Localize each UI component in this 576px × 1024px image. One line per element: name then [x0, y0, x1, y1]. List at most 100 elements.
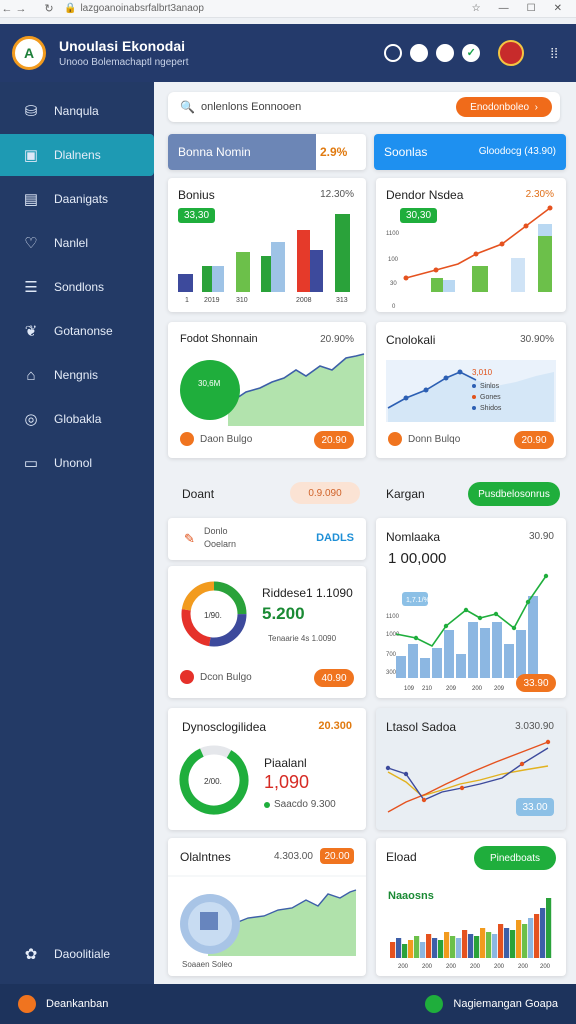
sidebar-item-5[interactable]: ❦ Gotanonse: [0, 310, 154, 352]
bar1-bar: [261, 256, 271, 292]
area1-footer-label: Daon Bulgo: [200, 434, 253, 445]
apps-grid-icon[interactable]: ⁞⁞: [550, 45, 558, 61]
bar2-bar: [472, 266, 488, 292]
line2-button-label: 33.00: [522, 801, 548, 813]
bar2-point: [547, 205, 553, 211]
area-chart-card-1[interactable]: Fodot Shonnain 20.90% 30,6M Daon Bulgo 2…: [168, 322, 366, 458]
refresh-button[interactable]: ↻: [42, 2, 56, 15]
bar3-bar: [408, 940, 414, 958]
line1-legend-dot: [472, 406, 476, 410]
line-chart-card-2[interactable]: Ltasol Sadoa 3.030.90 33.00: [376, 708, 566, 830]
area1-button-label: 20.90: [321, 434, 347, 446]
big-ytick: 300: [386, 670, 397, 676]
big-action-button[interactable]: 33.90: [516, 674, 556, 692]
bar-chart-card-2[interactable]: Dendor Nsdea 2.30% 30,30 1100 100 30 0: [376, 178, 566, 312]
big-bar: [444, 630, 454, 678]
kpi-card-left[interactable]: Bonna Nomin 2.9%: [168, 134, 366, 170]
sidebar-item-0[interactable]: ⛁ Nanqula: [0, 90, 154, 132]
minimize-button[interactable]: —: [499, 3, 509, 14]
footer-right-label[interactable]: Nagiemangan Goapa: [453, 998, 558, 1010]
bar2-point: [403, 275, 409, 281]
bar-chart-card-1[interactable]: Bonius 12.30% 33,30 1 2019 310 2008 313: [168, 178, 366, 312]
bar3-bar: [462, 930, 468, 958]
bar3-bar: [546, 898, 552, 958]
url-text: lazgoanoinabsrfalbrt3anaop: [80, 3, 204, 14]
donut1-center: 1/90.: [204, 611, 222, 620]
big-xtick: 200: [472, 686, 483, 692]
section-right-button[interactable]: Pusdbelosonrus: [468, 482, 560, 506]
big-bar: [420, 658, 430, 678]
bar2-bar: [538, 224, 552, 236]
user-avatar[interactable]: [498, 40, 525, 66]
kpi-card-right[interactable]: Soonlas Gloodocg (43.90): [374, 134, 566, 170]
big-chart-card[interactable]: Nomlaaka 30.90 1 00,000 1,7.1/% 1100 100…: [376, 518, 566, 698]
back-button[interactable]: ←: [0, 3, 14, 15]
status-icon[interactable]: ✓: [462, 44, 481, 62]
big-xtick: 209: [446, 686, 457, 692]
info-card-small[interactable]: ✎ Donlo Ooelarn DADLS: [168, 518, 366, 560]
bar3-bar: [456, 938, 462, 958]
area1-circle-label: 30,6M: [198, 379, 221, 388]
section-left-pill[interactable]: 0.9.090: [290, 482, 360, 504]
line1-action-button[interactable]: 20.90: [514, 431, 554, 449]
heart-icon: ♡: [24, 235, 38, 252]
bar3-bar: [390, 942, 396, 958]
kpi-left-value: 2.9%: [320, 145, 348, 159]
big-point: [511, 625, 517, 631]
bar3-bar: [522, 924, 528, 958]
bar3-bar: [414, 936, 420, 958]
search-bar[interactable]: 🔍 onlenlons Eonnooen Enodonboleo ›: [168, 92, 560, 122]
maximize-button[interactable]: ☐: [527, 3, 536, 14]
bookmark-star-icon[interactable]: ☆: [472, 3, 481, 14]
area1-action-button[interactable]: 20.90: [314, 431, 354, 449]
donut1-action-button[interactable]: 40.90: [314, 669, 354, 687]
line2-action-button[interactable]: 33.00: [516, 798, 554, 816]
bar1-tick: 313: [336, 297, 348, 304]
line1-legend-dot: [472, 384, 476, 388]
sidebar-item-8[interactable]: ▭ Unonol: [0, 442, 154, 484]
bar3-bar: [492, 934, 498, 958]
line-chart-card-1[interactable]: Cnolokali 30.90% 3,010 Sinlos Gones Shid…: [376, 322, 566, 458]
clock-icon[interactable]: [384, 44, 403, 62]
sidebar-item-7[interactable]: ◎ Globakla: [0, 398, 154, 440]
sidebar-item-2[interactable]: ▤ Daanigats: [0, 178, 154, 220]
header-actions: ✓ ⁞⁞: [384, 40, 576, 66]
app-logo[interactable]: A: [12, 36, 46, 70]
sidebar-item-label: Nanqula: [54, 104, 99, 118]
sidebar-item-3[interactable]: ♡ Nanlel: [0, 222, 154, 264]
line2-series: [387, 765, 549, 797]
search-button[interactable]: Enodonboleo ›: [456, 97, 552, 117]
big-bar: [504, 644, 514, 678]
bar3-bar: [420, 942, 426, 958]
footer-left-label[interactable]: Deankanban: [46, 998, 108, 1010]
bar1-bar: [297, 230, 310, 292]
bar2-svg: 1100 100 30 0: [386, 205, 553, 310]
sidebar-item-1[interactable]: ▣ Dlalnens: [0, 134, 154, 176]
kpi-right-label: Soonlas: [384, 145, 428, 159]
donut-card-1[interactable]: 1/90. Riddese1 1.1090 5.200 Tenaarie 4s …: [168, 566, 366, 698]
big-badge: 1,7.1/%: [406, 597, 430, 604]
bar3-bar: [432, 938, 438, 958]
big-bar: [492, 622, 502, 678]
big-point: [463, 607, 469, 613]
search-icon: 🔍: [180, 100, 195, 114]
kpi-left-label: Bonna Nomin: [178, 145, 251, 159]
donut1-button-label: 40.90: [321, 672, 347, 684]
donut-card-2[interactable]: Dynosclogilidea 20.300 2/00. Piaalanl 1,…: [168, 708, 366, 830]
bar3-bar: [438, 940, 444, 958]
close-button[interactable]: ✕: [554, 3, 562, 14]
bar3-bar: [402, 944, 408, 958]
info-line1: Donlo: [204, 526, 228, 536]
area-chart-card-2[interactable]: Olalntnes 4.303.00 20.00 Soaaen Soleo: [168, 838, 366, 976]
address-bar[interactable]: 🔒 lazgoanoinabsrfalbrt3anaop: [64, 3, 204, 14]
sidebar-item-4[interactable]: ☰ Sondlons: [0, 266, 154, 308]
sidebar-item-6[interactable]: ⌂ Nengnis: [0, 354, 154, 396]
area2-circle-icon: [200, 912, 218, 930]
section-right-title: Kargan: [386, 487, 425, 501]
sidebar-settings[interactable]: ✿ Daoolitiale: [0, 934, 154, 974]
bar1-tick: 1: [185, 297, 189, 304]
message-icon[interactable]: [436, 44, 455, 62]
bar-chart-card-3[interactable]: Eload Pinedboats Naaosns 200 200 200 200…: [376, 838, 566, 976]
forward-button[interactable]: →: [14, 3, 28, 15]
notification-icon[interactable]: [410, 44, 429, 62]
